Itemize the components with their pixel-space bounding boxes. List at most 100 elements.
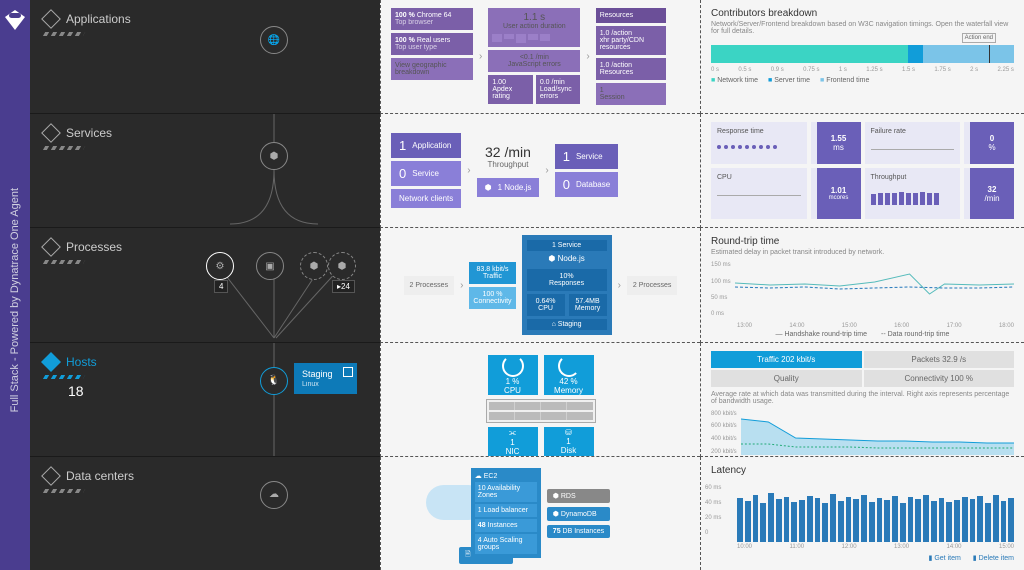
res-tile[interactable]: 1.0 /actionxhr party/CDN resources xyxy=(596,26,666,55)
cpu-gauge[interactable]: 1 %CPU xyxy=(488,355,538,395)
line-chart[interactable] xyxy=(735,266,1014,321)
nav-processes[interactable]: Processes ⚙ 4 ▣ ⬢ ⬢ ▸24 xyxy=(30,228,380,342)
hex-icon xyxy=(41,466,61,486)
slash-icon xyxy=(43,489,85,493)
nav-label: Hosts xyxy=(66,355,97,369)
tab-traffic[interactable]: Traffic 202 kbit/s xyxy=(711,351,862,368)
app-box[interactable]: 1Application xyxy=(391,133,461,158)
host-tiles: 1 %CPU 42 %Memory ⫘ 1NIC ⛁ 1Disk xyxy=(380,343,700,457)
marker-label: Action end xyxy=(962,33,996,43)
cloud-icon[interactable]: ☁ xyxy=(260,481,288,509)
host-os: Linux xyxy=(302,381,333,388)
database-box[interactable]: 0Database xyxy=(555,172,618,197)
legend: — Handshake round-trip time-- Data round… xyxy=(711,331,1014,338)
nav-services[interactable]: Services ⬢ xyxy=(30,114,380,228)
nav-label: Services xyxy=(66,126,112,140)
load-tile[interactable]: 0.0 /minLoad/sync errors xyxy=(536,75,581,104)
throughput-metric[interactable]: Throughput xyxy=(865,168,961,219)
timeline-bar[interactable] xyxy=(711,45,1014,63)
metric-tabs: Traffic 202 kbit/s Packets 32.9 /s Quali… xyxy=(711,351,1014,387)
service-flow: 1Application 0Service Network clients › … xyxy=(380,114,700,228)
external-link-icon[interactable] xyxy=(343,367,353,377)
res-tile[interactable]: 1.0 /actionResources xyxy=(596,58,666,80)
traffic-tile[interactable]: 83.8 kbit/sTraffic xyxy=(469,262,515,284)
brand-text: Full Stack - Powered by Dynatrace One Ag… xyxy=(9,188,21,412)
legend: Network time Server time Frontend time xyxy=(711,77,1014,84)
rate-badge: ▸24 xyxy=(332,280,355,293)
response-time-metric[interactable]: Response time xyxy=(711,122,807,164)
host-card[interactable]: Staging Linux xyxy=(294,363,357,394)
tab-packets[interactable]: Packets 32.9 /s xyxy=(864,351,1015,368)
nav-applications[interactable]: Applications 🌐 xyxy=(30,0,380,114)
chart-title: Latency xyxy=(711,465,1014,476)
apdex-tile[interactable]: 1.00Apdex rating xyxy=(488,75,533,104)
failure-rate-metric[interactable]: Failure rate xyxy=(865,122,961,164)
linux-icon[interactable]: 🐧 xyxy=(260,367,288,395)
nav-label: Processes xyxy=(66,240,122,254)
globe-icon[interactable]: 🌐 xyxy=(260,26,288,54)
dynamo-detail[interactable]: 75 DB Instances xyxy=(547,525,610,538)
hex-icon xyxy=(41,9,61,29)
js-tile[interactable]: <0.1 /minJavaScript errors xyxy=(488,50,580,72)
hosts-count: 18 xyxy=(68,383,97,399)
process-card[interactable]: 1 Service ⬢ Node.js 10%Responses 0.64%CP… xyxy=(522,235,612,335)
brand-sidebar: Full Stack - Powered by Dynatrace One Ag… xyxy=(0,0,30,570)
nav-label: Applications xyxy=(66,12,131,26)
tab-connectivity[interactable]: Connectivity 100 % xyxy=(864,370,1015,387)
cpu-metric[interactable]: CPU xyxy=(711,168,807,219)
app-tiles: 100 % Chrome 64Top browser 100 % Real us… xyxy=(380,0,700,114)
resources-header: Resources xyxy=(596,8,666,23)
server-icon xyxy=(486,399,596,423)
area-chart[interactable] xyxy=(741,411,1014,455)
chevron-right-icon: › xyxy=(479,51,482,62)
service-icon[interactable]: ⬢ xyxy=(260,142,288,170)
session-tile[interactable]: 1Session xyxy=(596,83,666,105)
uad-tile[interactable]: 1.1 sUser action duration xyxy=(488,8,580,47)
node-box[interactable]: ⬢ 1 Node.js xyxy=(477,178,540,197)
conn-tile[interactable]: 100 %Connectivity xyxy=(469,287,515,309)
nav-datacenters[interactable]: Data centers ☁ xyxy=(30,457,380,570)
chart-title: Round-trip time xyxy=(711,236,1014,247)
slash-icon xyxy=(43,375,85,379)
geo-link[interactable]: View geographic breakdown xyxy=(391,58,473,80)
slash-icon xyxy=(43,146,85,150)
proc-left[interactable]: 2 Processes xyxy=(404,276,455,295)
process-flow: 2 Processes › 83.8 kbit/sTraffic 100 %Co… xyxy=(380,228,700,342)
chart-title: Contributors breakdown xyxy=(711,8,1014,19)
nic-tile[interactable]: ⫘ 1NIC xyxy=(488,427,538,457)
service-box[interactable]: 0Service xyxy=(391,161,461,186)
latency-chart: Latency 60 ms40 ms20 ms0 10:0011:0012:00… xyxy=(700,457,1024,570)
service-box[interactable]: 1Service xyxy=(555,144,618,169)
nav-label: Data centers xyxy=(66,469,134,483)
ec2-card[interactable]: ☁ EC2 10 Availability Zones 1 Load balan… xyxy=(471,468,541,558)
legend: ▮ Get item▮ Delete item xyxy=(711,554,1014,562)
mem-gauge[interactable]: 42 %Memory xyxy=(544,355,594,395)
hex-icon xyxy=(41,352,61,372)
traffic-chart: Traffic 202 kbit/s Packets 32.9 /s Quali… xyxy=(700,343,1024,457)
host-name: Staging xyxy=(302,369,333,379)
bar-chart[interactable] xyxy=(737,484,1014,542)
hex-icon xyxy=(41,238,61,258)
hex-icon xyxy=(41,123,61,143)
network-box[interactable]: Network clients xyxy=(391,189,461,208)
rtt-chart: Round-trip time Estimated delay in packe… xyxy=(700,228,1024,342)
proc-right[interactable]: 2 Processes xyxy=(627,276,678,295)
charts-column: Contributors breakdown Network/Server/Fr… xyxy=(700,0,1024,570)
process-count-badge: 4 xyxy=(214,280,228,293)
detail-column: 100 % Chrome 64Top browser 100 % Real us… xyxy=(380,0,700,570)
disk-tile[interactable]: ⛁ 1Disk xyxy=(544,427,594,457)
rds-chip[interactable]: ⬢ RDS xyxy=(547,489,610,503)
dynamo-chip[interactable]: ⬢ DynamoDB xyxy=(547,507,610,521)
throughput-value: 32 /minThroughput xyxy=(477,144,540,169)
tab-quality[interactable]: Quality xyxy=(711,370,862,387)
service-metrics: Response time 1.55ms Failure rate 0% CPU… xyxy=(700,114,1024,228)
browser-tile[interactable]: 100 % Chrome 64Top browser xyxy=(391,8,473,30)
topology-nav: Applications 🌐 Services ⬢ Processes ⚙ 4 … xyxy=(30,0,380,570)
nav-hosts[interactable]: Hosts 18 🐧 Staging Linux xyxy=(30,343,380,457)
logo-icon xyxy=(5,10,25,30)
datacenter-tiles: ☁ EC2 10 Availability Zones 1 Load balan… xyxy=(380,457,700,570)
users-tile[interactable]: 100 % Real usersTop user type xyxy=(391,33,473,55)
slash-icon xyxy=(43,260,85,264)
chart-subtitle: Estimated delay in packet transit introd… xyxy=(711,249,1014,256)
x-axis: 0 s0.5 s0.9 s0.75 s1 s1.25 s1.5 s1.75 s2… xyxy=(711,67,1014,73)
